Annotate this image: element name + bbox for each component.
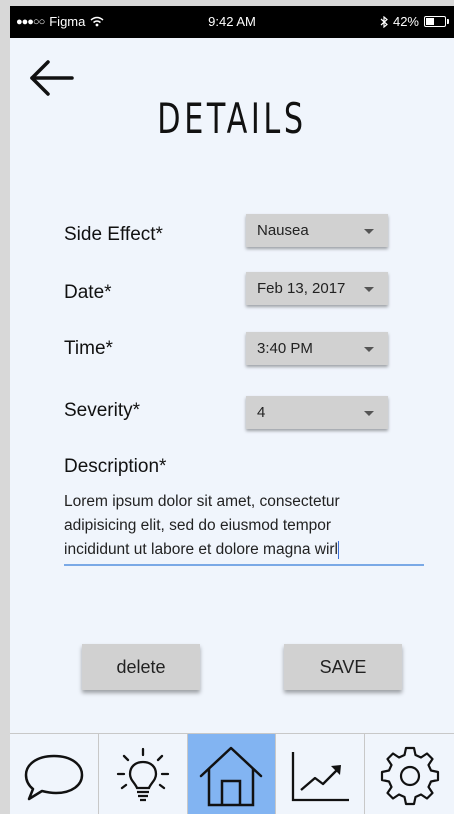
gear-icon [380, 746, 439, 805]
time-value: 3:40 PM [257, 340, 313, 357]
side-effect-dropdown[interactable]: Nausea [246, 214, 388, 247]
description-last-line: incididunt ut labore et dolore magna wir… [64, 538, 424, 562]
severity-dropdown[interactable]: 4 [246, 396, 388, 429]
time-dropdown[interactable]: 3:40 PM [246, 332, 388, 365]
tab-chat[interactable] [10, 734, 99, 814]
tab-trends[interactable] [276, 734, 366, 814]
bluetooth-icon [380, 15, 388, 28]
description-line: adipisicing elit, sed do eiusmod tempor [64, 517, 332, 534]
chevron-down-icon [364, 411, 374, 416]
severity-label: Severity* [64, 400, 141, 421]
lightbulb-icon [116, 747, 169, 801]
chat-bubble-icon [24, 754, 84, 800]
home-icon [200, 746, 263, 806]
date-value: Feb 13, 2017 [257, 280, 346, 297]
tab-home[interactable] [187, 734, 277, 814]
severity-value: 4 [257, 404, 266, 421]
delete-button[interactable]: delete [82, 644, 200, 690]
back-arrow-icon [30, 60, 74, 96]
chevron-down-icon [364, 287, 374, 292]
side-effect-value: Nausea [257, 222, 309, 239]
trend-chart-icon [292, 751, 350, 801]
tab-bar [10, 733, 454, 814]
status-bar: ●●●○○ Figma 9:42 AM 42% [10, 6, 454, 38]
battery-percent: 42% [392, 14, 419, 29]
chevron-down-icon [364, 347, 374, 352]
time-label: Time* [64, 338, 113, 359]
description-label: Description* [64, 456, 167, 477]
date-dropdown[interactable]: Feb 13, 2017 [246, 272, 388, 305]
tab-settings[interactable] [365, 734, 454, 814]
description-line: incididunt ut labore et dolore magna wir… [64, 541, 338, 558]
chevron-down-icon [364, 229, 374, 234]
status-right: 42% [380, 14, 449, 29]
date-label: Date* [64, 282, 112, 303]
tab-ideas[interactable] [98, 734, 188, 814]
back-button[interactable] [28, 56, 78, 100]
description-input[interactable]: Lorem ipsum dolor sit amet, consectetur … [64, 490, 424, 566]
phone-screen: ●●●○○ Figma 9:42 AM 42% Details S [10, 6, 454, 814]
text-cursor [338, 540, 339, 559]
battery-icon [424, 16, 449, 27]
save-button[interactable]: SAVE [284, 644, 402, 690]
description-line: Lorem ipsum dolor sit amet, consectetur [64, 493, 340, 510]
page-title: Details [157, 94, 307, 143]
side-effect-label: Side Effect* [64, 224, 163, 245]
